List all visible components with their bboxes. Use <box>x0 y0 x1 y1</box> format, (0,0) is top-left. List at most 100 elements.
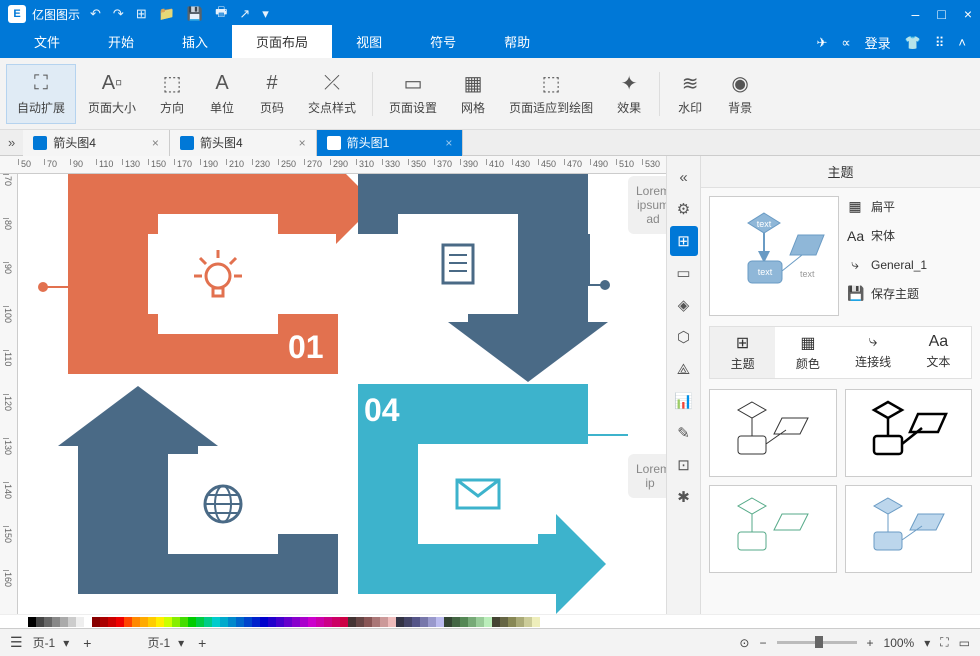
rightmenu-login[interactable]: 登录 <box>865 33 891 52</box>
theme-info-row[interactable]: ▦扁平 <box>847 198 972 215</box>
zoom-in-button[interactable]: + <box>867 636 874 650</box>
color-swatch[interactable] <box>148 617 156 627</box>
color-swatch[interactable] <box>324 617 332 627</box>
sidebar-tool-3[interactable]: ▭ <box>670 258 698 288</box>
color-swatch[interactable] <box>108 617 116 627</box>
theme-info-row[interactable]: Aa宋体 <box>847 227 972 244</box>
color-swatch[interactable] <box>532 617 540 627</box>
color-swatch[interactable] <box>172 617 180 627</box>
sidebar-tool-5[interactable]: ⬡ <box>670 322 698 352</box>
color-swatch[interactable] <box>428 617 436 627</box>
color-swatch[interactable] <box>308 617 316 627</box>
color-swatch[interactable] <box>524 617 532 627</box>
ribbon-页面设置[interactable]: ▭页面设置 <box>379 64 447 124</box>
ribbon-水印[interactable]: ≋水印 <box>666 64 714 124</box>
sidebar-tool-8[interactable]: ✎ <box>670 418 698 448</box>
ribbon-效果[interactable]: ✦效果 <box>605 64 653 124</box>
menu-tab-帮助[interactable]: 帮助 <box>480 25 554 58</box>
color-swatch[interactable] <box>68 617 76 627</box>
doc-tab[interactable]: 箭头图4× <box>23 130 170 156</box>
color-swatch[interactable] <box>300 617 308 627</box>
canvas[interactable]: 01 02 Lorem ipsum ad 03 <box>18 174 666 614</box>
menu-tab-文件[interactable]: 文件 <box>10 25 84 58</box>
color-swatch[interactable] <box>76 617 84 627</box>
color-swatch[interactable] <box>356 617 364 627</box>
rightmenu-send[interactable]: ✈ <box>816 35 827 51</box>
add-layer-button[interactable]: + <box>192 633 212 653</box>
color-swatch[interactable] <box>404 617 412 627</box>
ribbon-背景[interactable]: ◉背景 <box>716 64 764 124</box>
color-swatch[interactable] <box>260 617 268 627</box>
doc-tab[interactable]: 箭头图4× <box>170 130 317 156</box>
expand-tabs-icon[interactable]: » <box>0 135 23 150</box>
color-swatch[interactable] <box>276 617 284 627</box>
rightmenu-share[interactable]: ∝ <box>841 35 850 51</box>
menu-tab-页面布局[interactable]: 页面布局 <box>232 25 332 58</box>
sidebar-tool-7[interactable]: 📊 <box>670 386 698 416</box>
close-tab-icon[interactable]: × <box>152 136 159 150</box>
qat-button-5[interactable]: 🖶 <box>215 3 227 25</box>
ribbon-自动扩展[interactable]: ⛶自动扩展 <box>6 64 76 124</box>
color-swatch[interactable] <box>28 617 36 627</box>
close-tab-icon[interactable]: × <box>445 136 452 150</box>
color-swatch[interactable] <box>36 617 44 627</box>
color-swatch[interactable] <box>116 617 124 627</box>
number-02[interactable]: 02 <box>364 329 400 366</box>
sidebar-tool-0[interactable]: « <box>670 162 698 192</box>
ribbon-方向[interactable]: ⬚方向 <box>148 64 196 124</box>
color-swatch[interactable] <box>236 617 244 627</box>
color-swatch[interactable] <box>220 617 228 627</box>
ribbon-页面适应到绘图[interactable]: ⬚页面适应到绘图 <box>499 64 603 124</box>
color-swatch[interactable] <box>460 617 468 627</box>
theme-option-1[interactable] <box>845 389 973 477</box>
sidebar-tool-6[interactable]: ⟁ <box>670 354 698 384</box>
subtab-连接线[interactable]: ⤷连接线 <box>841 327 906 378</box>
qat-button-4[interactable]: 💾 <box>187 6 203 22</box>
qat-button-6[interactable]: ↗ <box>239 6 250 22</box>
ribbon-页面大小[interactable]: A▫页面大小 <box>78 64 146 124</box>
page-dropdown-icon[interactable]: ▾ <box>63 636 69 650</box>
color-swatch[interactable] <box>204 617 212 627</box>
subtab-颜色[interactable]: ▦颜色 <box>775 327 840 378</box>
menu-tab-开始[interactable]: 开始 <box>84 25 158 58</box>
icon-box-1[interactable] <box>158 214 278 334</box>
color-swatch[interactable] <box>44 617 52 627</box>
color-swatch[interactable] <box>492 617 500 627</box>
menu-tab-视图[interactable]: 视图 <box>332 25 406 58</box>
color-swatch[interactable] <box>60 617 68 627</box>
color-swatch[interactable] <box>516 617 524 627</box>
layer-dropdown-icon[interactable]: ▾ <box>178 636 184 650</box>
icon-box-2[interactable] <box>398 214 518 314</box>
number-04[interactable]: 04 <box>364 392 400 429</box>
icon-box-3[interactable] <box>168 454 278 554</box>
rightmenu-collapse[interactable]: ˄ <box>958 35 966 50</box>
color-swatch[interactable] <box>156 617 164 627</box>
qat-button-0[interactable]: ↶ <box>90 6 101 22</box>
number-01[interactable]: 01 <box>288 329 324 366</box>
color-swatch[interactable] <box>420 617 428 627</box>
maximize-button[interactable]: □ <box>937 6 945 22</box>
close-tab-icon[interactable]: × <box>299 136 306 150</box>
theme-option-2[interactable] <box>709 485 837 573</box>
color-swatch[interactable] <box>388 617 396 627</box>
color-swatch[interactable] <box>508 617 516 627</box>
arrow-head-3[interactable] <box>58 386 218 446</box>
ribbon-页码[interactable]: #页码 <box>248 64 296 124</box>
layer-label[interactable]: 页-1 <box>147 634 170 651</box>
connector-line-left[interactable] <box>46 286 68 288</box>
color-swatch[interactable] <box>252 617 260 627</box>
color-swatch[interactable] <box>284 617 292 627</box>
zoom-dropdown-icon[interactable]: ▾ <box>924 636 930 650</box>
menu-tab-插入[interactable]: 插入 <box>158 25 232 58</box>
minimize-button[interactable]: – <box>912 6 920 22</box>
color-swatch[interactable] <box>124 617 132 627</box>
ribbon-网格[interactable]: ▦网格 <box>449 64 497 124</box>
color-swatch[interactable] <box>292 617 300 627</box>
theme-preview-image[interactable]: text text text <box>709 196 839 316</box>
subtab-主题[interactable]: ⊞主题 <box>710 327 775 378</box>
doc-tab[interactable]: 箭头图1× <box>317 130 464 156</box>
sidebar-tool-1[interactable]: ⚙ <box>670 194 698 224</box>
rightmenu-apps[interactable]: ⠿ <box>935 35 945 51</box>
color-swatch[interactable] <box>244 617 252 627</box>
color-swatch[interactable] <box>196 617 204 627</box>
